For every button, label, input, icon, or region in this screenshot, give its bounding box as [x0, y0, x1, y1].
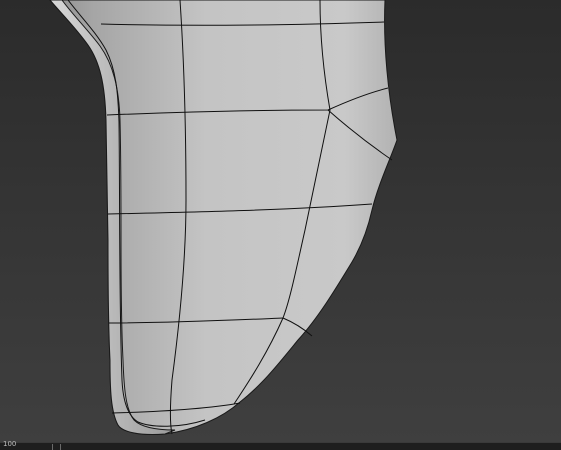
- 3d-viewport[interactable]: [0, 0, 561, 442]
- timeline-tick: [52, 444, 53, 450]
- viewport-canvas[interactable]: [0, 0, 561, 442]
- frame-number-label: 100: [3, 440, 17, 448]
- timeline-tick: [60, 444, 61, 450]
- timeline-bar[interactable]: 100: [0, 440, 561, 450]
